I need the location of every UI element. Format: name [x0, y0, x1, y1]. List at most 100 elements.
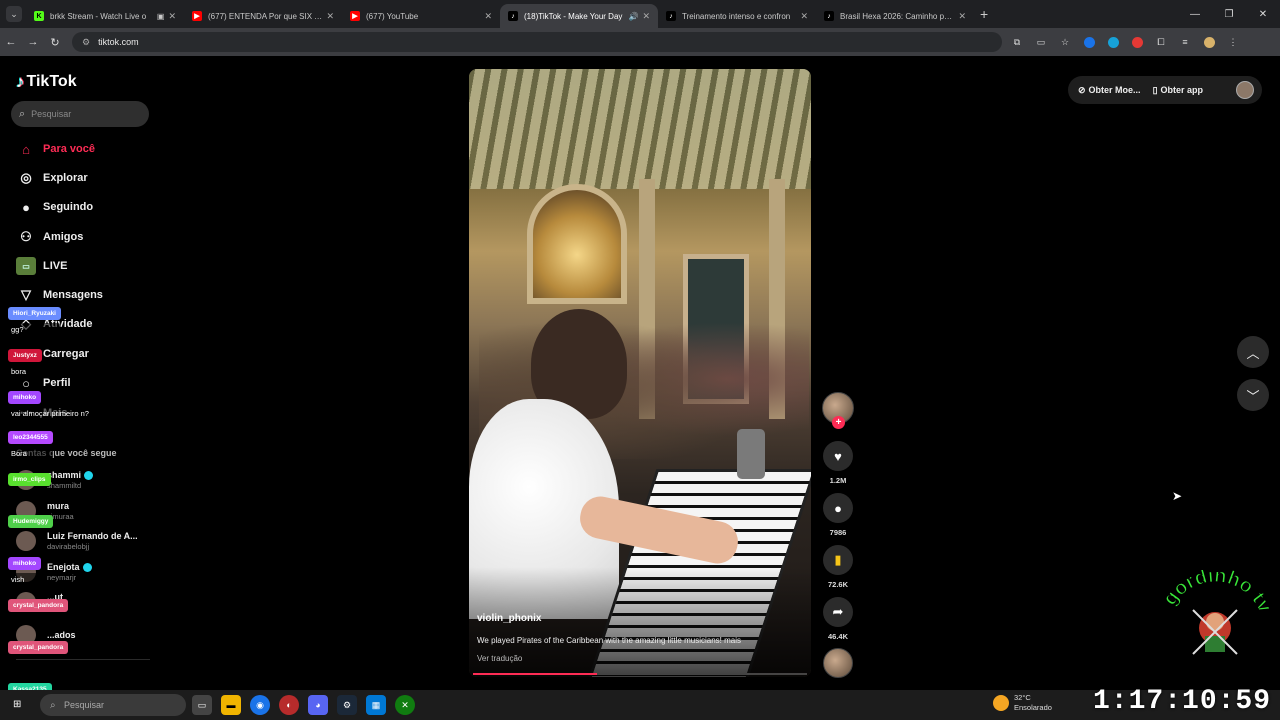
chat-message: crystal_pandora [8, 636, 69, 654]
browser-tab-bar: ⌄ Kbrkk Stream - Watch Live o ▣ ✕ ▶ (677) EN… [0, 0, 1280, 28]
tab-close-icon[interactable]: ✕ [326, 11, 334, 22]
url-field[interactable]: ⚙ tiktok.com [72, 32, 1002, 52]
chat-message: irmo_clips [8, 468, 51, 486]
coins-icon: ⊘ [1078, 84, 1086, 95]
reading-list-icon[interactable]: ≡ [1176, 33, 1194, 51]
chrome-menu-icon[interactable]: ⋮ [1224, 33, 1242, 51]
browser-tab[interactable]: ▶ (677) ENTENDA Por que SIX TR ✕ [184, 4, 342, 28]
tab-title: (18)TikTok - Make Your Day [524, 11, 623, 21]
window-controls: — ❐ ✕ [1178, 0, 1280, 28]
forward-icon[interactable]: → [22, 36, 44, 48]
follow-plus-icon[interactable]: + [832, 416, 845, 429]
next-video-button[interactable]: ﹀ [1237, 379, 1269, 411]
video-description[interactable]: We played Pirates of the Caribbean with … [477, 636, 807, 645]
search-icon: ⌕ [19, 107, 26, 120]
cast-icon[interactable]: ▭ [1032, 33, 1050, 51]
music-disc-button[interactable] [822, 648, 854, 678]
sidebar-item-label: Amigos [43, 231, 84, 243]
xbox-icon[interactable]: ✕ [395, 695, 415, 715]
sidebar-item-seguindo[interactable]: ● Seguindo [16, 197, 93, 217]
tab-close-icon[interactable]: ✕ [484, 11, 492, 22]
tab-favicon-icon: ♪ [508, 11, 518, 21]
weather-condition: Ensolarado [1014, 703, 1052, 712]
minimize-icon[interactable]: — [1178, 9, 1212, 20]
tab-search-icon[interactable]: ⌄ [6, 6, 22, 22]
sun-icon [993, 695, 1009, 711]
browser-tab[interactable]: Kbrkk Stream - Watch Live o ▣ ✕ [26, 4, 184, 28]
translate-icon[interactable]: ⧉ [1008, 33, 1026, 51]
tab-close-icon[interactable]: ✕ [642, 11, 650, 22]
sidebar-item-para-você[interactable]: ⌂ Para você [16, 139, 95, 159]
tab-audio-icon[interactable]: 🔊 [628, 12, 638, 21]
taskbar-search-icon: ⌕ [50, 699, 56, 711]
phone-icon: ▯ [1152, 84, 1158, 95]
taskbar-search[interactable]: ⌕ Pesquisar [40, 694, 186, 716]
extension-cyan-icon[interactable] [1104, 33, 1122, 51]
get-app-button[interactable]: Obter app [1161, 85, 1204, 95]
bookmark-star-icon[interactable]: ☆ [1056, 33, 1074, 51]
sidebar-item-explorar[interactable]: ◎ Explorar [16, 168, 87, 188]
browser-tab[interactable]: ♪ (18)TikTok - Make Your Day 🔊 ✕ [500, 4, 658, 28]
extensions-puzzle-icon[interactable]: ⧠ [1152, 33, 1170, 51]
share-count: 46.4K [827, 632, 848, 641]
restore-icon[interactable]: ❐ [1212, 9, 1246, 20]
comment-button[interactable]: ● 7986 [822, 493, 854, 537]
video-username[interactable]: violin_phonix [477, 613, 541, 624]
video-player[interactable]: violin_phonix We played Pirates of the C… [469, 69, 811, 677]
chat-message: mihoko vish [8, 552, 42, 586]
task-view-icon[interactable]: ▭ [192, 695, 212, 715]
previous-video-button[interactable]: ︿ [1237, 336, 1269, 368]
close-window-icon[interactable]: ✕ [1246, 9, 1280, 20]
browser-tab[interactable]: ♪ Treinamento intenso e confron ✕ [658, 4, 816, 28]
search-input[interactable]: ⌕ Pesquisar [11, 101, 149, 127]
live-icon: ▭ [16, 257, 36, 275]
browser-tab[interactable]: ▶ (677) YouTube ✕ [342, 4, 500, 28]
chat-username: Hiori_Ryuzaki [8, 307, 61, 320]
discord-icon[interactable]: ◕ [308, 695, 328, 715]
chat-username: mihoko [8, 557, 42, 570]
tab-title: Treinamento intenso e confron [682, 11, 791, 21]
share-button[interactable]: ➦ 46.4K [822, 597, 854, 641]
windows-start-icon[interactable]: ⊞ [13, 699, 21, 710]
gordinho-tv-watermark: gordinho tv [1158, 570, 1275, 655]
back-icon[interactable]: ← [0, 36, 22, 48]
sidebar-item-amigos[interactable]: ⚇ Amigos [16, 227, 83, 247]
home-icon: ⌂ [22, 141, 30, 157]
comment-icon: ● [823, 493, 853, 523]
chrome-icon[interactable]: ◉ [250, 695, 270, 715]
video-progress-bar[interactable] [473, 673, 807, 675]
new-tab-button[interactable]: + [980, 6, 988, 22]
browser-tab[interactable]: ♪ Brasil Hexa 2026: Caminho para ✕ [816, 4, 974, 28]
chat-username: Hudemiggy [8, 515, 54, 528]
reload-icon[interactable]: ↻ [44, 36, 66, 49]
extension-blue-icon[interactable] [1080, 33, 1098, 51]
tiktok-logo[interactable]: ♪ TikTok [16, 72, 77, 92]
tab-favicon-icon: ♪ [666, 11, 676, 21]
site-info-icon[interactable]: ⚙ [82, 37, 90, 48]
tab-title: (677) YouTube [366, 11, 419, 21]
tab-close-icon[interactable]: ✕ [800, 11, 808, 22]
tab-close-icon[interactable]: ✕ [168, 11, 176, 22]
creator-avatar-button[interactable]: + [822, 392, 854, 429]
music-disc-icon [823, 648, 853, 678]
app-red-icon[interactable]: ◐ [279, 695, 299, 715]
user-profile-avatar[interactable] [1236, 81, 1254, 99]
sidebar-item-live[interactable]: ▭ LIVE [16, 256, 67, 276]
save-button[interactable]: ▮ 72.6K [822, 545, 854, 589]
chat-username: crystal_pandora [8, 599, 69, 612]
steam-icon[interactable]: ⚙ [337, 695, 357, 715]
weather-temperature: 32°C [1014, 693, 1031, 702]
tab-favicon-icon: ▶ [192, 11, 202, 21]
file-explorer-icon[interactable]: ▬ [221, 695, 241, 715]
weather-widget[interactable]: 32°C Ensolarado [993, 693, 1052, 713]
tab-close-icon[interactable]: ✕ [958, 11, 966, 22]
get-coins-button[interactable]: Obter Moe... [1089, 85, 1141, 95]
store-icon[interactable]: ▦ [366, 695, 386, 715]
like-button[interactable]: ♥ 1.2M [822, 441, 854, 485]
profile-avatar-icon[interactable] [1200, 33, 1218, 51]
chat-message: crystal_pandora [8, 594, 69, 612]
extension-red-icon[interactable] [1128, 33, 1146, 51]
chat-message: leo2344555 Bora [8, 426, 53, 460]
tiktok-note-icon: ♪ [16, 72, 25, 91]
see-translation-link[interactable]: Ver tradução [477, 654, 522, 663]
